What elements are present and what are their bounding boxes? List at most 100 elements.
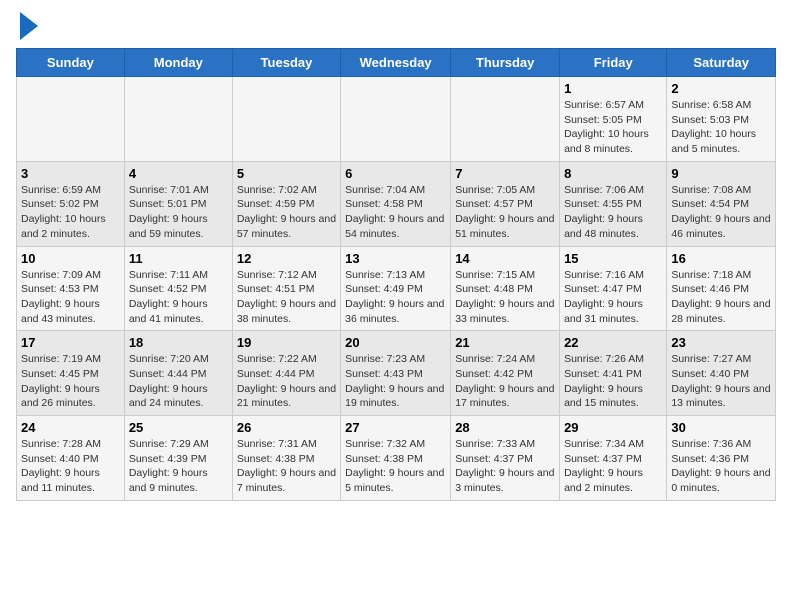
calendar-cell: 13 Sunrise: 7:13 AM Sunset: 4:49 PM Dayli…	[341, 246, 451, 331]
calendar-cell: 5 Sunrise: 7:02 AM Sunset: 4:59 PM Daylig…	[232, 161, 340, 246]
header-monday: Monday	[124, 49, 232, 77]
day-number: 23	[671, 335, 771, 350]
day-number: 24	[21, 420, 120, 435]
logo	[16, 16, 38, 40]
calendar-week-row: 1 Sunrise: 6:57 AM Sunset: 5:05 PM Daylig…	[17, 77, 776, 162]
day-number: 11	[129, 251, 228, 266]
day-info: Sunrise: 7:06 AM Sunset: 4:55 PM Dayligh…	[564, 183, 662, 242]
day-info: Sunrise: 7:24 AM Sunset: 4:42 PM Dayligh…	[455, 352, 555, 411]
day-number: 12	[237, 251, 336, 266]
day-info: Sunrise: 7:02 AM Sunset: 4:59 PM Dayligh…	[237, 183, 336, 242]
calendar-cell: 24 Sunrise: 7:28 AM Sunset: 4:40 PM Dayli…	[17, 416, 125, 501]
day-info: Sunrise: 7:04 AM Sunset: 4:58 PM Dayligh…	[345, 183, 446, 242]
calendar-cell	[17, 77, 125, 162]
day-info: Sunrise: 7:18 AM Sunset: 4:46 PM Dayligh…	[671, 268, 771, 327]
header-thursday: Thursday	[451, 49, 560, 77]
page-header	[16, 16, 776, 40]
day-info: Sunrise: 7:15 AM Sunset: 4:48 PM Dayligh…	[455, 268, 555, 327]
calendar-cell: 29 Sunrise: 7:34 AM Sunset: 4:37 PM Dayli…	[560, 416, 667, 501]
day-number: 6	[345, 166, 446, 181]
calendar-cell: 18 Sunrise: 7:20 AM Sunset: 4:44 PM Dayli…	[124, 331, 232, 416]
day-info: Sunrise: 7:26 AM Sunset: 4:41 PM Dayligh…	[564, 352, 662, 411]
day-info: Sunrise: 6:57 AM Sunset: 5:05 PM Dayligh…	[564, 98, 662, 157]
calendar-cell	[124, 77, 232, 162]
header-tuesday: Tuesday	[232, 49, 340, 77]
day-number: 4	[129, 166, 228, 181]
day-number: 7	[455, 166, 555, 181]
day-info: Sunrise: 7:13 AM Sunset: 4:49 PM Dayligh…	[345, 268, 446, 327]
calendar-cell: 3 Sunrise: 6:59 AM Sunset: 5:02 PM Daylig…	[17, 161, 125, 246]
day-number: 21	[455, 335, 555, 350]
day-info: Sunrise: 7:12 AM Sunset: 4:51 PM Dayligh…	[237, 268, 336, 327]
calendar-week-row: 17 Sunrise: 7:19 AM Sunset: 4:45 PM Dayli…	[17, 331, 776, 416]
day-number: 8	[564, 166, 662, 181]
day-info: Sunrise: 7:29 AM Sunset: 4:39 PM Dayligh…	[129, 437, 228, 496]
calendar-week-row: 3 Sunrise: 6:59 AM Sunset: 5:02 PM Daylig…	[17, 161, 776, 246]
day-number: 9	[671, 166, 771, 181]
header-saturday: Saturday	[667, 49, 776, 77]
calendar-cell: 6 Sunrise: 7:04 AM Sunset: 4:58 PM Daylig…	[341, 161, 451, 246]
day-info: Sunrise: 6:59 AM Sunset: 5:02 PM Dayligh…	[21, 183, 120, 242]
day-info: Sunrise: 7:31 AM Sunset: 4:38 PM Dayligh…	[237, 437, 336, 496]
calendar-cell: 21 Sunrise: 7:24 AM Sunset: 4:42 PM Dayli…	[451, 331, 560, 416]
header-sunday: Sunday	[17, 49, 125, 77]
day-number: 13	[345, 251, 446, 266]
calendar-cell: 22 Sunrise: 7:26 AM Sunset: 4:41 PM Dayli…	[560, 331, 667, 416]
day-number: 26	[237, 420, 336, 435]
day-number: 5	[237, 166, 336, 181]
day-info: Sunrise: 6:58 AM Sunset: 5:03 PM Dayligh…	[671, 98, 771, 157]
day-info: Sunrise: 7:23 AM Sunset: 4:43 PM Dayligh…	[345, 352, 446, 411]
calendar-cell: 14Sunrise: 7:15 AM Sunset: 4:48 PM Dayli…	[451, 246, 560, 331]
calendar-cell: 19 Sunrise: 7:22 AM Sunset: 4:44 PM Dayli…	[232, 331, 340, 416]
day-number: 1	[564, 81, 662, 96]
day-info: Sunrise: 7:33 AM Sunset: 4:37 PM Dayligh…	[455, 437, 555, 496]
day-info: Sunrise: 7:34 AM Sunset: 4:37 PM Dayligh…	[564, 437, 662, 496]
day-number: 22	[564, 335, 662, 350]
day-info: Sunrise: 7:20 AM Sunset: 4:44 PM Dayligh…	[129, 352, 228, 411]
day-number: 30	[671, 420, 771, 435]
day-info: Sunrise: 7:09 AM Sunset: 4:53 PM Dayligh…	[21, 268, 120, 327]
day-info: Sunrise: 7:19 AM Sunset: 4:45 PM Dayligh…	[21, 352, 120, 411]
day-info: Sunrise: 7:01 AM Sunset: 5:01 PM Dayligh…	[129, 183, 228, 242]
calendar-cell: 16 Sunrise: 7:18 AM Sunset: 4:46 PM Dayli…	[667, 246, 776, 331]
day-number: 2	[671, 81, 771, 96]
day-info: Sunrise: 7:22 AM Sunset: 4:44 PM Dayligh…	[237, 352, 336, 411]
day-number: 18	[129, 335, 228, 350]
calendar-cell: 20Sunrise: 7:23 AM Sunset: 4:43 PM Dayli…	[341, 331, 451, 416]
calendar-cell: 17 Sunrise: 7:19 AM Sunset: 4:45 PM Dayli…	[17, 331, 125, 416]
calendar-cell: 25 Sunrise: 7:29 AM Sunset: 4:39 PM Dayli…	[124, 416, 232, 501]
day-info: Sunrise: 7:36 AM Sunset: 4:36 PM Dayligh…	[671, 437, 771, 496]
day-number: 17	[21, 335, 120, 350]
day-info: Sunrise: 7:05 AM Sunset: 4:57 PM Dayligh…	[455, 183, 555, 242]
calendar-cell: 15Sunrise: 7:16 AM Sunset: 4:47 PM Dayli…	[560, 246, 667, 331]
calendar-cell: 23 Sunrise: 7:27 AM Sunset: 4:40 PM Dayli…	[667, 331, 776, 416]
calendar-cell: 12 Sunrise: 7:12 AM Sunset: 4:51 PM Dayli…	[232, 246, 340, 331]
day-number: 16	[671, 251, 771, 266]
calendar-table: SundayMondayTuesdayWednesdayThursdayFrid…	[16, 48, 776, 501]
day-number: 25	[129, 420, 228, 435]
calendar-header-row: SundayMondayTuesdayWednesdayThursdayFrid…	[17, 49, 776, 77]
day-info: Sunrise: 7:27 AM Sunset: 4:40 PM Dayligh…	[671, 352, 771, 411]
day-number: 19	[237, 335, 336, 350]
header-wednesday: Wednesday	[341, 49, 451, 77]
day-number: 10	[21, 251, 120, 266]
day-info: Sunrise: 7:28 AM Sunset: 4:40 PM Dayligh…	[21, 437, 120, 496]
calendar-cell: 2 Sunrise: 6:58 AM Sunset: 5:03 PM Daylig…	[667, 77, 776, 162]
calendar-cell: 1 Sunrise: 6:57 AM Sunset: 5:05 PM Daylig…	[560, 77, 667, 162]
calendar-cell: 30 Sunrise: 7:36 AM Sunset: 4:36 PM Dayli…	[667, 416, 776, 501]
calendar-cell: 27Sunrise: 7:32 AM Sunset: 4:38 PM Dayli…	[341, 416, 451, 501]
calendar-cell: 11Sunrise: 7:11 AM Sunset: 4:52 PM Dayli…	[124, 246, 232, 331]
calendar-cell: 26 Sunrise: 7:31 AM Sunset: 4:38 PM Dayli…	[232, 416, 340, 501]
calendar-cell: 10 Sunrise: 7:09 AM Sunset: 4:53 PM Dayli…	[17, 246, 125, 331]
calendar-cell: 7 Sunrise: 7:05 AM Sunset: 4:57 PM Daylig…	[451, 161, 560, 246]
day-number: 3	[21, 166, 120, 181]
calendar-cell: 9 Sunrise: 7:08 AM Sunset: 4:54 PM Daylig…	[667, 161, 776, 246]
calendar-cell	[451, 77, 560, 162]
calendar-cell: 8 Sunrise: 7:06 AM Sunset: 4:55 PM Daylig…	[560, 161, 667, 246]
day-info: Sunrise: 7:08 AM Sunset: 4:54 PM Dayligh…	[671, 183, 771, 242]
calendar-cell	[232, 77, 340, 162]
calendar-cell	[341, 77, 451, 162]
logo-arrow-icon	[20, 12, 38, 40]
day-number: 29	[564, 420, 662, 435]
calendar-cell: 4 Sunrise: 7:01 AM Sunset: 5:01 PM Daylig…	[124, 161, 232, 246]
